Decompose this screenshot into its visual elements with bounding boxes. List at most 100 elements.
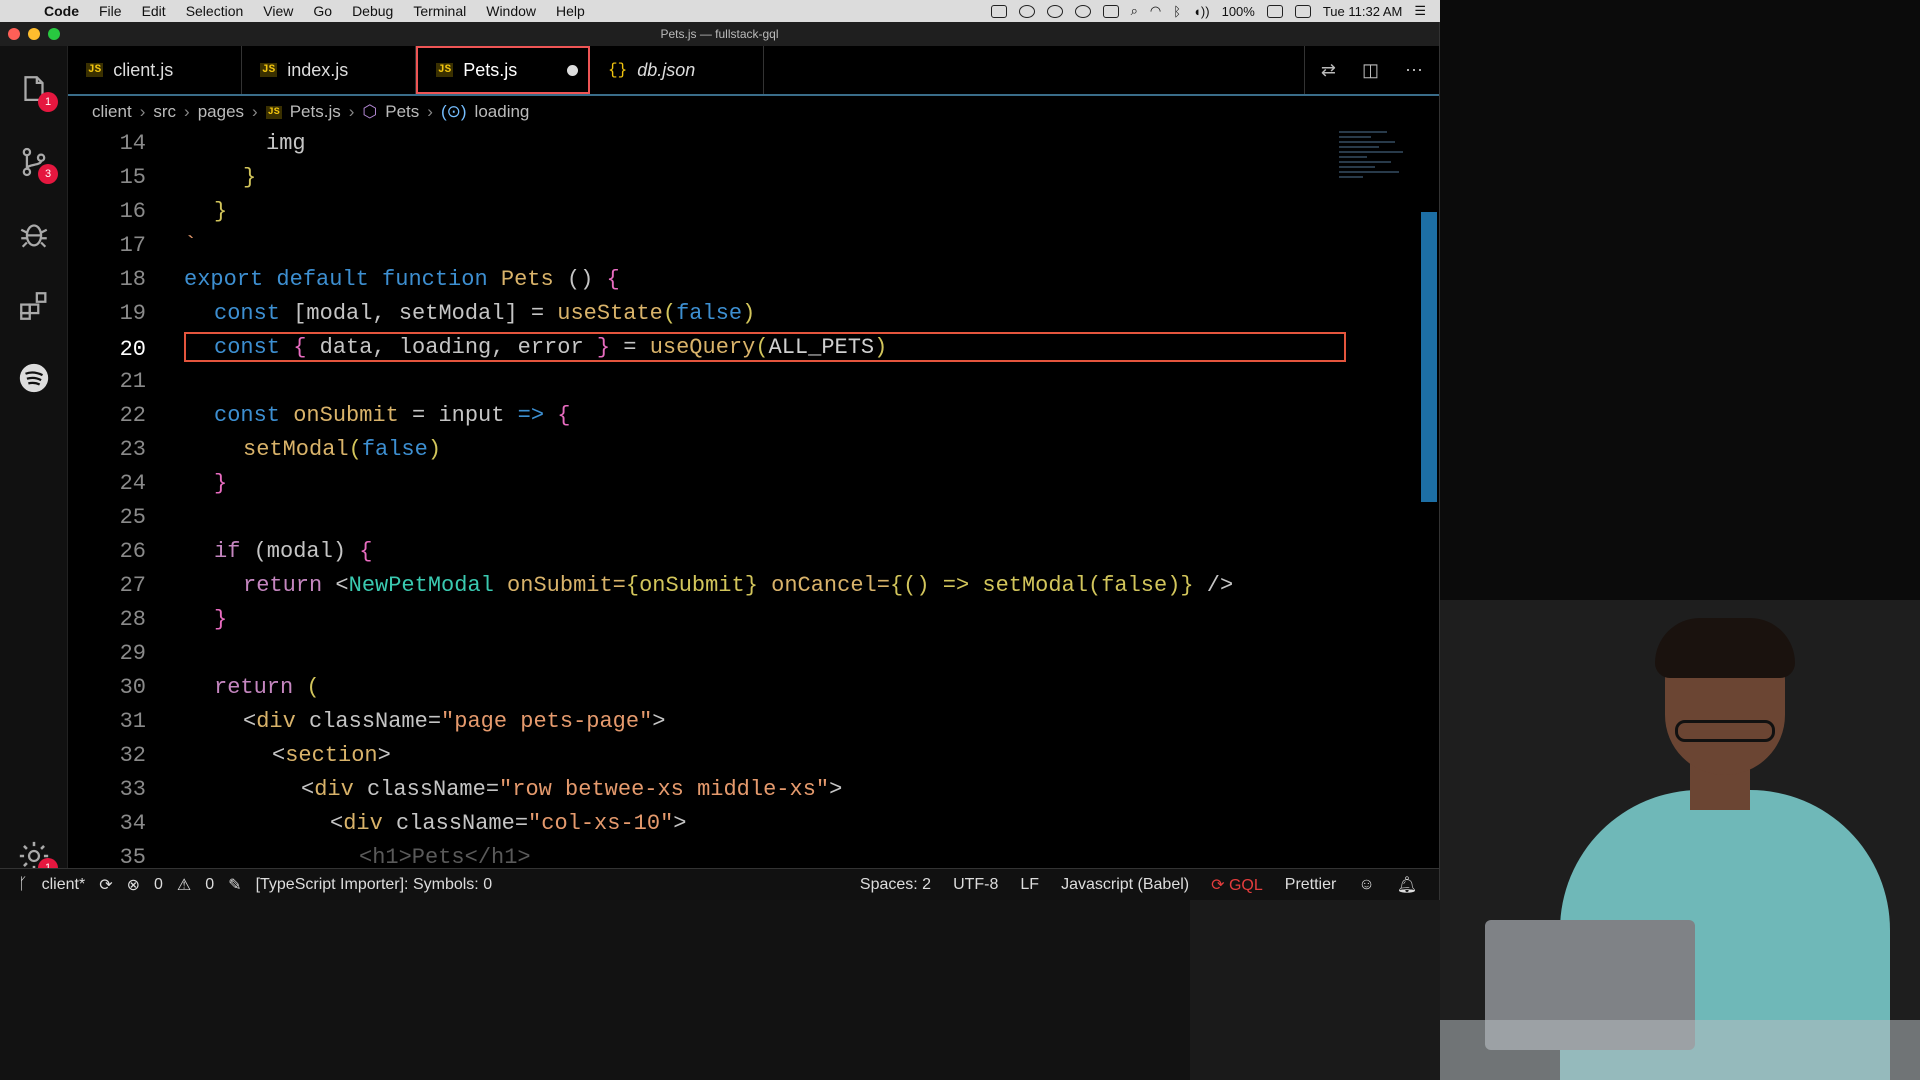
explorer-button[interactable]: 1 [14,70,58,112]
wifi-icon[interactable]: ◠ [1150,3,1161,19]
breadcrumb-src[interactable]: src [153,102,176,122]
tab-pets-js[interactable]: JS Pets.js [416,46,590,94]
code-line[interactable]: 22 const onSubmit = input => { [68,400,571,430]
spotify-icon [19,363,49,393]
menu-go[interactable]: Go [303,3,342,19]
battery-icon[interactable] [1266,4,1283,18]
bell-icon[interactable]: 🔔︎ [1397,875,1417,895]
zoom-window-button[interactable] [48,28,60,40]
live-share-icon[interactable]: ✎ [228,875,241,895]
menu-file[interactable]: File [89,3,132,19]
error-icon[interactable]: ⊗ [127,875,140,895]
javascript-file-icon: JS [265,105,282,119]
tab-db-json[interactable]: {} db.json [590,46,764,94]
line-number: 31 [119,708,146,734]
unsaved-changes-dot[interactable] [567,64,578,76]
menu-window[interactable]: Window [476,3,546,19]
tab-index-js[interactable]: JS index.js [242,46,416,94]
feedback-icon[interactable]: ☺ [1358,876,1374,894]
code-line[interactable]: 34 <div className="col-xs-10"> [68,808,687,838]
code-line[interactable]: 26 if (modal) { [68,536,373,566]
indentation[interactable]: Spaces: 2 [860,876,931,894]
display-icon[interactable] [990,4,1007,18]
code-line[interactable]: 14 img [68,128,306,158]
bluetooth-icon[interactable]: ᛒ [1173,4,1181,19]
password-icon[interactable] [1074,4,1091,18]
warning-icon[interactable]: ⚠ [177,875,191,895]
code-line[interactable]: 17 ` [68,230,198,260]
code-line[interactable]: 19 const [modal, setModal] = useState(fal… [68,298,756,328]
vertical-scrollbar[interactable] [1421,212,1437,502]
minimize-window-button[interactable] [28,28,40,40]
window-title: Pets.js — fullstack-gql [660,27,779,41]
breadcrumb-pages[interactable]: pages [198,102,244,122]
git-branch[interactable]: client* [42,876,86,894]
menu-terminal[interactable]: Terminal [403,3,476,19]
minimap[interactable] [1339,128,1419,248]
tab-label: client.js [113,59,174,80]
code-line[interactable]: 23 setModal(false) [68,434,441,464]
chevron-right-icon: › [184,102,190,121]
code-line[interactable]: 27 return <NewPetModal onSubmit={onSubmit… [68,570,1234,600]
split-editor-icon[interactable]: ◫ [1362,60,1379,81]
upload-icon[interactable] [1046,4,1063,18]
extensions-button[interactable] [14,286,54,326]
code-line[interactable]: 18 export default function Pets () { [68,264,620,294]
code-line[interactable]: 30 return ( [68,672,320,702]
code-line[interactable]: 25 [68,502,146,532]
menu-selection[interactable]: Selection [176,3,254,19]
code-line[interactable]: 28} [68,604,228,634]
code-line[interactable]: 32 <section> [68,740,391,770]
spotify-button[interactable] [14,358,54,398]
variable-symbol-icon: (⊙) [440,102,467,121]
source-control-button[interactable]: 3 [14,142,58,184]
menu-view[interactable]: View [253,3,303,19]
current-code-line[interactable]: const { data, loading, error } = useQuer… [184,332,1346,362]
tab-label: Pets.js [463,59,518,80]
volume-icon[interactable]: ◖)) [1193,4,1210,19]
line-endings[interactable]: LF [1020,876,1039,894]
breadcrumb-component[interactable]: Pets [385,102,419,122]
code-line[interactable]: 16} [68,196,228,226]
menu-edit[interactable]: Edit [132,3,176,19]
code-line[interactable]: 21 [68,366,146,396]
editor-actions: ⇄ ◫ ⋯ [1303,46,1439,94]
chevron-right-icon: › [139,102,146,121]
close-window-button[interactable] [8,28,20,40]
code-line[interactable]: 15} [68,162,257,192]
warning-count[interactable]: 0 [205,876,214,894]
tab-client-js[interactable]: JS client.js [68,46,242,94]
breadcrumb-file[interactable]: Pets.js [290,102,341,122]
code-line[interactable]: 33 <div className="row betwee-xs middle-x… [68,774,843,804]
code-line[interactable]: 24} [68,468,228,498]
refresh-icon: ⟳ [1211,876,1225,894]
code-line[interactable]: 31 <div className="page pets-page"> [68,706,666,736]
code-token: img [266,130,306,156]
debug-button[interactable] [14,214,54,254]
search-icon[interactable]: ⌕ [1131,3,1138,19]
code-line[interactable]: 29 [68,638,146,668]
clock[interactable]: Tue 11:32 AM [1323,4,1403,19]
notification-center-icon[interactable]: ☰ [1414,3,1426,19]
menu-app-name[interactable]: Code [34,3,89,19]
branch-icon: ᚴ [18,875,28,893]
more-actions-icon[interactable]: ⋯ [1405,60,1423,81]
open-changes-icon[interactable]: ⇄ [1321,60,1336,81]
menu-help[interactable]: Help [546,3,595,19]
calendar-icon[interactable] [1294,4,1311,18]
window-manager-icon[interactable] [1102,4,1119,18]
formatter[interactable]: Prettier [1285,876,1337,894]
menu-debug[interactable]: Debug [342,3,403,19]
encoding[interactable]: UTF-8 [953,876,998,894]
gql-status[interactable]: ⟳ GQL [1211,875,1263,895]
code-editor[interactable]: 14 img 15} 16} 17 ` 18 export default funct… [68,128,1440,890]
breadcrumb-symbol[interactable]: loading [475,102,530,122]
line-number: 23 [119,436,146,462]
breadcrumb-client[interactable]: client [92,102,132,122]
sync-icon[interactable]: ⟳ [99,875,112,895]
error-count[interactable]: 0 [154,876,163,894]
line-number: 16 [119,198,146,224]
battery-percent[interactable]: 100% [1222,4,1255,19]
language-mode[interactable]: Javascript (Babel) [1061,876,1189,894]
cloud-icon[interactable] [1018,4,1035,18]
